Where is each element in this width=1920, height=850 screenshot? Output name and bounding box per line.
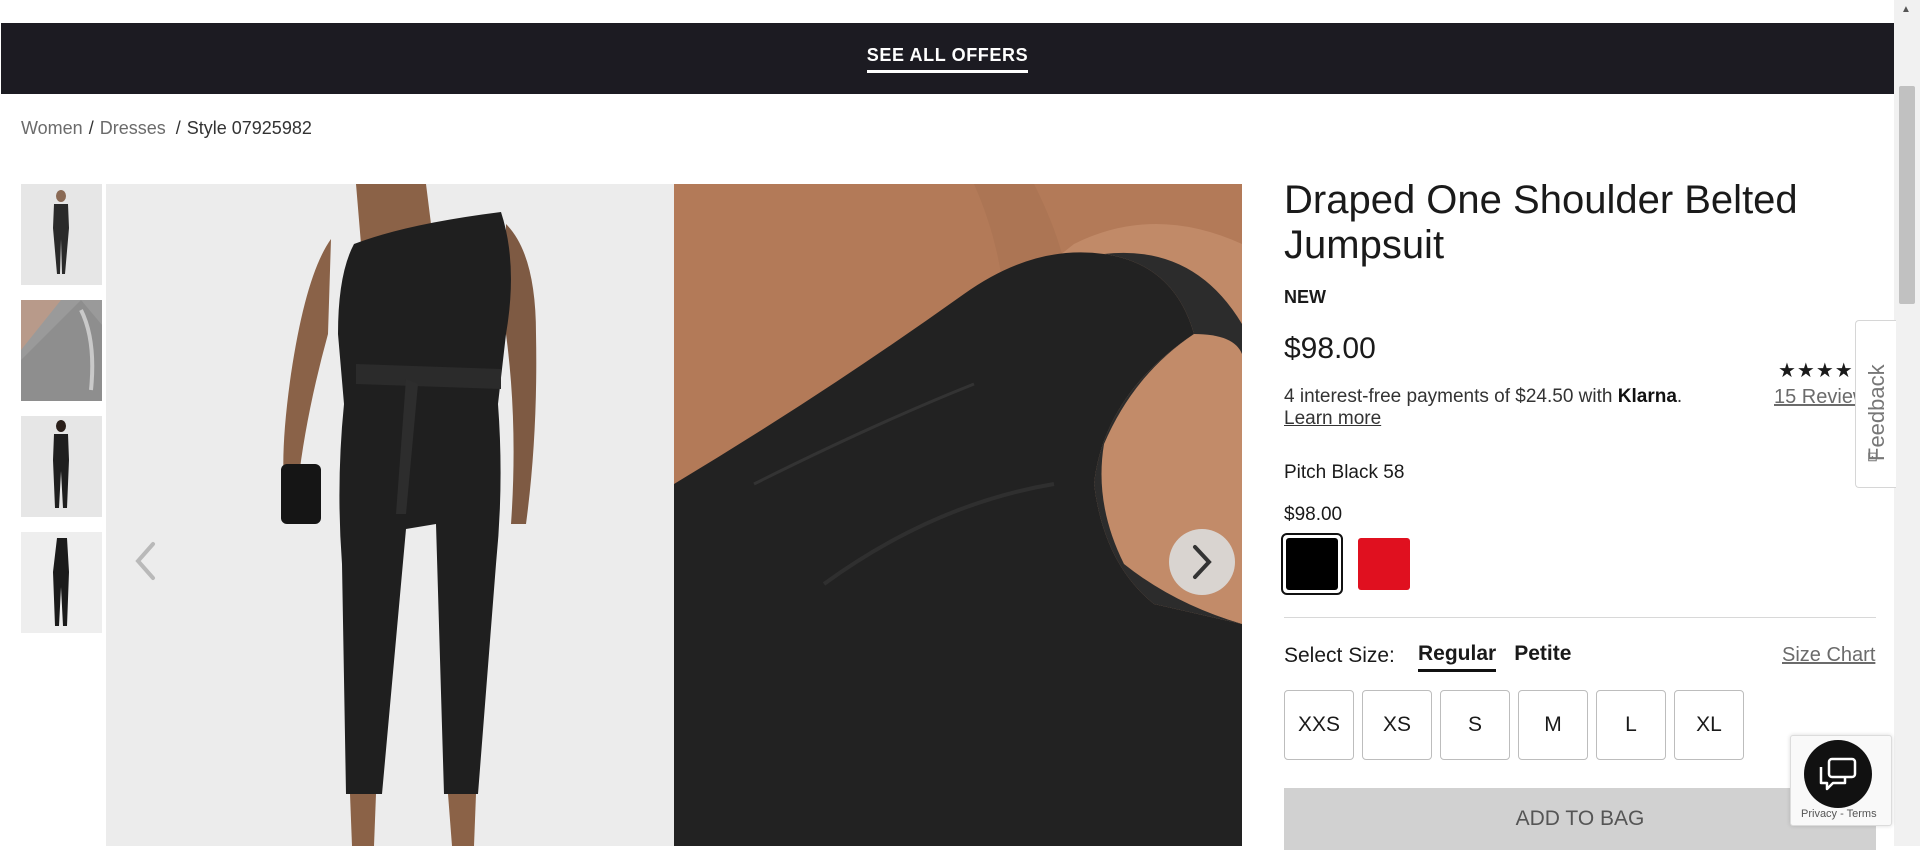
black-swatch-fill	[1286, 538, 1338, 590]
breadcrumb-separator: /	[175, 118, 181, 138]
selected-color-name: Pitch Black 58	[1284, 462, 1405, 483]
size-options: XXS XS S M L XL	[1284, 690, 1744, 760]
chat-button[interactable]	[1804, 740, 1872, 808]
tab-regular[interactable]: Regular	[1418, 642, 1497, 672]
product-price: $98.00	[1284, 332, 1376, 365]
product-gallery[interactable]	[106, 184, 1242, 846]
size-button-m[interactable]: M	[1518, 690, 1588, 760]
thumbnail-flat-lay[interactable]	[21, 532, 102, 633]
klarna-logo: Klarna	[1617, 386, 1677, 407]
chat-icon	[1819, 757, 1857, 791]
recaptcha-links: Privacy - Terms	[1801, 808, 1877, 820]
scrollbar-thumb[interactable]	[1899, 86, 1915, 304]
thumbnail-list	[21, 184, 102, 648]
previous-image-button[interactable]	[124, 530, 166, 592]
feedback-label: Feedback	[1864, 364, 1889, 461]
recaptcha-badge: Privacy - Terms	[1790, 735, 1892, 826]
chevron-right-icon	[1193, 545, 1212, 579]
see-all-offers-link[interactable]: SEE ALL OFFERS	[866, 45, 1029, 73]
next-image-button[interactable]	[1169, 529, 1235, 595]
recaptcha-privacy-link[interactable]: Privacy	[1801, 808, 1837, 820]
klarna-period: .	[1676, 386, 1683, 407]
red-swatch[interactable]	[1353, 533, 1415, 595]
breadcrumb-women[interactable]: Women	[21, 118, 83, 139]
product-title: Draped One Shoulder Belted Jumpsuit	[1284, 178, 1798, 267]
breadcrumb: Women / Dresses / Style 07925982	[21, 118, 312, 139]
size-button-l[interactable]: L	[1596, 690, 1666, 760]
new-badge: NEW	[1284, 287, 1326, 307]
select-size-label: Select Size:	[1284, 644, 1395, 667]
thumbnail-shoulder-detail[interactable]	[21, 300, 102, 401]
red-swatch-fill	[1358, 538, 1410, 590]
klarna-learn-more-link[interactable]: Learn more	[1284, 408, 1381, 429]
size-button-s[interactable]: S	[1440, 690, 1510, 760]
fit-tabs: Regular Petite	[1418, 642, 1571, 672]
recaptcha-separator: -	[1840, 808, 1844, 820]
breadcrumb-separator: /	[88, 118, 94, 138]
tab-petite[interactable]: Petite	[1514, 642, 1571, 672]
section-divider	[1284, 617, 1876, 618]
size-button-xs[interactable]: XS	[1362, 690, 1432, 760]
product-image-front	[106, 184, 674, 846]
klarna-message: 4 interest-free payments of $24.50 with …	[1284, 386, 1754, 430]
product-image-detail	[674, 184, 1242, 846]
scroll-up-icon[interactable]: ▲	[1901, 4, 1911, 15]
thumbnail-back-full[interactable]	[21, 416, 102, 517]
feedback-tab[interactable]: ⊡ Feedback	[1855, 320, 1896, 488]
selected-color-price: $98.00	[1284, 504, 1343, 525]
klarna-text: 4 interest-free payments of $24.50 with	[1284, 386, 1613, 407]
color-swatches	[1281, 533, 1415, 595]
recaptcha-terms-link[interactable]: Terms	[1847, 808, 1877, 820]
promo-bar: SEE ALL OFFERS	[1, 23, 1894, 94]
size-button-xl[interactable]: XL	[1674, 690, 1744, 760]
chevron-left-icon	[135, 542, 155, 580]
size-chart-link[interactable]: Size Chart	[1782, 644, 1875, 667]
breadcrumb-dresses[interactable]: Dresses	[100, 118, 166, 139]
breadcrumb-current: Style 07925982	[186, 118, 312, 138]
thumbnail-front-full[interactable]	[21, 184, 102, 285]
black-swatch[interactable]	[1281, 533, 1343, 595]
add-to-bag-button[interactable]: ADD TO BAG	[1284, 788, 1876, 850]
page-scrollbar[interactable]: ▲	[1894, 0, 1920, 846]
size-button-xxs[interactable]: XXS	[1284, 690, 1354, 760]
